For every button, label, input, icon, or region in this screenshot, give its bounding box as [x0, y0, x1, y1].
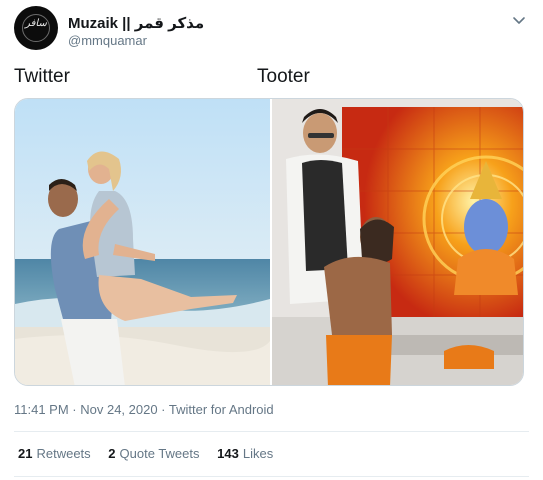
- author-display-name[interactable]: Muzaik || مذکر قمر: [68, 14, 204, 32]
- quote-tweets-stat[interactable]: 2 Quote Tweets: [108, 446, 199, 461]
- caption-right: Tooter: [257, 66, 310, 87]
- retweets-label: Retweets: [36, 446, 91, 461]
- retweets-stat[interactable]: 21 Retweets: [18, 446, 91, 461]
- quote-tweets-count: 2: [108, 446, 116, 461]
- quote-tweets-label: Quote Tweets: [119, 446, 200, 461]
- retweets-count: 21: [18, 446, 33, 461]
- caption-left: Twitter: [14, 66, 70, 87]
- likes-count: 143: [217, 446, 239, 461]
- avatar[interactable]: سافر: [14, 6, 58, 50]
- likes-stat[interactable]: 143 Likes: [217, 446, 273, 461]
- tweet-media[interactable]: [14, 98, 524, 386]
- tweet-timestamp[interactable]: 11:41 PM · Nov 24, 2020 · Twitter for An…: [14, 402, 274, 417]
- author-handle[interactable]: @mmquamar: [68, 33, 147, 48]
- avatar-logo-text: سافر: [25, 18, 47, 29]
- likes-label: Likes: [242, 446, 274, 461]
- divider: [14, 476, 529, 477]
- tweet-header: سافر Muzaik || مذکر قمر @mmquamar: [14, 4, 529, 52]
- photo-beach-couple[interactable]: [15, 99, 270, 386]
- photo-tv-studio[interactable]: [272, 99, 524, 386]
- tweet-stats: 21 Retweets 2 Quote Tweets 143 Likes: [18, 446, 287, 461]
- divider: [14, 431, 529, 432]
- chevron-down-icon[interactable]: [511, 12, 527, 28]
